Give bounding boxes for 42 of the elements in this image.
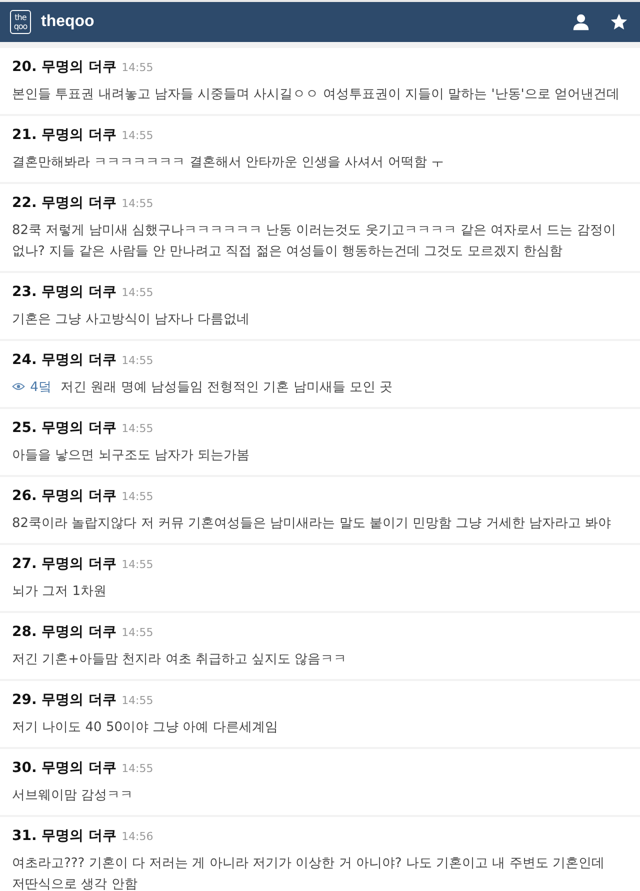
comment-author: 23. 무명의 더쿠 <box>12 283 117 301</box>
comment-author: 27. 무명의 더쿠 <box>12 555 117 573</box>
comment-time: 14:55 <box>122 626 154 639</box>
comment-author: 31. 무명의 더쿠 <box>12 827 117 845</box>
logo-icon[interactable]: the qoo <box>10 10 31 34</box>
comment-time: 14:55 <box>122 422 154 435</box>
comment-text: 저긴 기혼+아들맘 천지라 여초 취급하고 싶지도 않음ㅋㅋ <box>12 652 347 667</box>
comment-author: 30. 무명의 더쿠 <box>12 759 117 777</box>
comment-time: 14:55 <box>122 129 154 142</box>
comment-author: 24. 무명의 더쿠 <box>12 351 117 369</box>
comment-time: 14:55 <box>122 286 154 299</box>
comment-author: 25. 무명의 더쿠 <box>12 419 117 437</box>
comment-text: 서브웨이맘 감성ㅋㅋ <box>12 788 134 803</box>
eye-icon <box>12 382 25 391</box>
comment-time: 14:55 <box>122 197 154 210</box>
comment-time: 14:55 <box>122 694 154 707</box>
comment-text: 기혼은 그냥 사고방식이 남자나 다름없네 <box>12 312 250 327</box>
comment-author: 21. 무명의 더쿠 <box>12 126 117 144</box>
user-icon[interactable] <box>572 13 590 31</box>
site-title[interactable]: theqoo <box>41 13 94 31</box>
reply-link[interactable]: 4덬 <box>30 380 52 395</box>
comment-text: 뇌가 그저 1차원 <box>12 584 107 599</box>
comment-author: 22. 무명의 더쿠 <box>12 194 117 212</box>
comment-text: 저기 나이도 40 50이야 그냥 아예 다른세계임 <box>12 720 278 735</box>
comment-text: 저긴 원래 명예 남성들임 전형적인 기혼 남미새들 모인 곳 <box>60 380 393 395</box>
star-icon[interactable] <box>610 13 628 31</box>
comment-text: 여초라고??? 기혼이 다 저러는 게 아니라 저기가 이상한 거 아니야? 나도 기혼이고 내 주변도 기혼인데 저딴식으로 생각 안함 <box>12 856 604 891</box>
comment-text: 82쿡 저렇게 남미새 심했구나ㅋㅋㅋㅋㅋㅋ 난동 이러는것도 웃기고ㅋㅋㅋㅋ 같은 여자로서 드는 감정이 없나? 지들 같은 사람들 안 만나려고 직접 젊은 여성들이 행동하는건데 그것도 모르겠지 한심함 <box>12 223 616 259</box>
comment-author: 28. 무명의 더쿠 <box>12 623 117 641</box>
comment-time: 14:56 <box>122 830 154 843</box>
comment-time: 14:55 <box>122 354 154 367</box>
comment-author: 26. 무명의 더쿠 <box>12 487 117 505</box>
comment-author: 29. 무명의 더쿠 <box>12 691 117 709</box>
comment-text: 82쿡이라 놀랍지않다 저 커뮤 기혼여성들은 남미새라는 말도 붙이기 민망함 그냥 거세한 남자라고 봐야 <box>12 516 612 531</box>
comment-time: 14:55 <box>122 558 154 571</box>
comment-time: 14:55 <box>122 61 154 74</box>
comment-text: 아들을 낳으면 뇌구조도 남자가 되는가봄 <box>12 448 250 463</box>
comment-author: 20. 무명의 더쿠 <box>12 58 117 76</box>
comment-time: 14:55 <box>122 762 154 775</box>
comment-text: 본인들 투표권 내려놓고 남자들 시중들며 사시길ㅇㅇ 여성투표권이 지들이 말하는 '난동'으로 얻어낸건데 <box>12 87 620 102</box>
comment-time: 14:55 <box>122 490 154 503</box>
comment-text: 결혼만해봐라 ㅋㅋㅋㅋㅋㅋㅋ 결혼해서 안타까운 인생을 사셔서 어떡함 ㅜ <box>12 155 444 170</box>
